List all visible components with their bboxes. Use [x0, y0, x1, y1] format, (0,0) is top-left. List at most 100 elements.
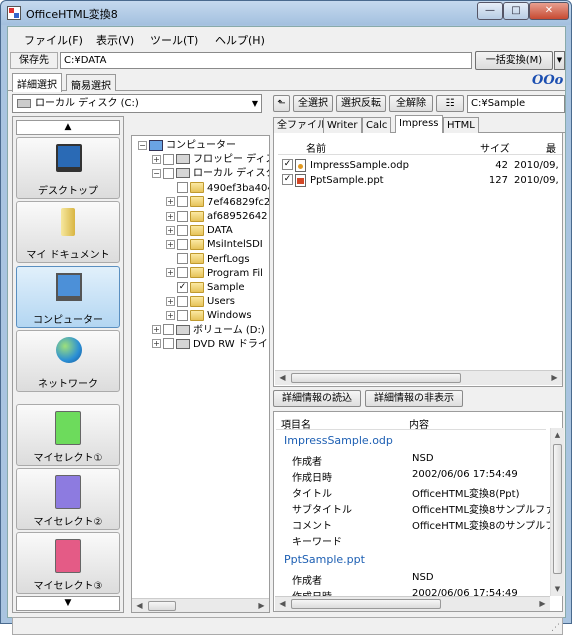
sidebar-item-computer[interactable]: コンピューター — [16, 266, 120, 328]
tree-node[interactable]: PerfLogs — [166, 253, 250, 267]
select-all-button[interactable]: 全選択 — [293, 95, 333, 112]
batch-convert-button[interactable]: 一括変換(M) — [475, 51, 553, 70]
scroll-thumb[interactable] — [291, 373, 461, 383]
column-date[interactable]: 最 — [546, 140, 556, 155]
up-folder-button[interactable]: ⬑ — [273, 95, 290, 112]
scroll-down-icon[interactable]: ▼ — [551, 582, 564, 596]
tree-checkbox[interactable] — [163, 338, 174, 350]
title-bar[interactable]: OfficeHTML変換8 — □ ✕ — [1, 1, 571, 25]
expand-icon[interactable]: + — [166, 211, 175, 221]
tree-checkbox[interactable] — [177, 309, 188, 321]
detail-vertical-scrollbar[interactable]: ▲ ▼ — [550, 428, 564, 596]
expand-icon[interactable]: + — [166, 310, 175, 320]
tab-simple-select[interactable]: 簡易選択 — [66, 74, 116, 92]
tab-writer[interactable]: Writer — [323, 117, 362, 133]
tree-checkbox[interactable] — [177, 295, 188, 307]
tree-checkbox[interactable] — [163, 153, 174, 165]
tree-node[interactable]: + Windows — [166, 309, 252, 323]
scroll-thumb[interactable] — [291, 599, 441, 609]
column-size[interactable]: サイズ — [480, 140, 510, 155]
tree-checkbox[interactable] — [177, 182, 188, 194]
sidebar-item-myselect-2[interactable]: マイセレクト② — [16, 468, 120, 530]
expand-icon[interactable]: + — [166, 225, 175, 235]
tree-checkbox[interactable] — [177, 253, 188, 265]
menu-view[interactable]: 表示(V) — [96, 32, 134, 48]
scroll-right-icon[interactable]: ▶ — [535, 597, 550, 611]
batch-convert-dropdown[interactable]: ▼ — [554, 51, 565, 70]
column-name[interactable]: 名前 — [306, 140, 326, 155]
menu-help[interactable]: ヘルプ(H) — [215, 32, 265, 48]
tree-checkbox[interactable] — [177, 210, 188, 222]
menu-tools[interactable]: ツール(T) — [150, 32, 198, 48]
tab-detail-select[interactable]: 詳細選択 — [12, 73, 62, 92]
sidebar-item-desktop[interactable]: デスクトップ — [16, 137, 120, 199]
scroll-up-icon[interactable]: ▲ — [551, 428, 564, 442]
tree-checkbox[interactable] — [177, 224, 188, 236]
tree-node[interactable]: ✓ Sample — [166, 281, 245, 295]
current-folder-input[interactable]: C:¥Sample — [467, 95, 565, 113]
tree-node[interactable]: + af68952642 — [166, 210, 268, 224]
close-button[interactable]: ✕ — [529, 2, 569, 20]
drive-select[interactable]: ローカル ディスク (C:) ▼ — [12, 94, 262, 113]
tree-node[interactable]: +7ef46829fc2 — [166, 196, 269, 210]
load-details-button[interactable]: 詳細情報の読込 — [273, 390, 361, 407]
tree-horizontal-scrollbar[interactable]: ◀ ▶ — [132, 598, 269, 612]
file-checkbox[interactable]: ✓ — [282, 159, 293, 170]
collapse-icon[interactable]: − — [152, 168, 161, 178]
tree-node[interactable]: + DATA — [166, 224, 233, 238]
scroll-left-icon[interactable]: ◀ — [275, 597, 290, 611]
sidebar-item-network[interactable]: ネットワーク — [16, 330, 120, 392]
sidebar-scroll-down-button[interactable]: ▼ — [16, 596, 120, 611]
tree-node[interactable]: 490ef3ba404 — [166, 182, 269, 196]
scroll-thumb[interactable] — [553, 444, 562, 574]
tab-calc[interactable]: Calc — [362, 117, 392, 133]
clear-selection-button[interactable]: 全解除 — [389, 95, 433, 112]
tree-checkbox[interactable] — [177, 238, 188, 250]
tab-html[interactable]: HTML — [443, 117, 479, 133]
minimize-button[interactable]: — — [477, 2, 503, 20]
collapse-icon[interactable]: − — [138, 140, 147, 150]
detail-horizontal-scrollbar[interactable]: ◀ ▶ — [275, 596, 550, 611]
sidebar-item-myselect-3[interactable]: マイセレクト③ — [16, 532, 120, 594]
expand-icon[interactable]: + — [152, 154, 161, 164]
sidebar-item-myselect-1[interactable]: マイセレクト① — [16, 404, 120, 466]
tree-checkbox[interactable] — [163, 167, 174, 179]
tree-node[interactable]: + Program Fil — [166, 267, 263, 281]
expand-icon[interactable]: + — [166, 268, 175, 278]
tab-impress[interactable]: Impress — [395, 115, 443, 134]
tree-checkbox[interactable]: ✓ — [177, 281, 188, 293]
scroll-right-icon[interactable]: ▶ — [547, 371, 562, 385]
scroll-thumb[interactable] — [148, 601, 176, 611]
file-list-horizontal-scrollbar[interactable]: ◀ ▶ — [275, 370, 562, 385]
app-icon[interactable] — [7, 6, 21, 20]
tree-node[interactable]: − コンピューター — [138, 139, 236, 153]
hide-details-button[interactable]: 詳細情報の非表示 — [365, 390, 463, 407]
view-mode-button[interactable]: ☷ — [436, 95, 464, 112]
expand-icon[interactable]: + — [166, 239, 175, 249]
expand-icon[interactable]: + — [166, 296, 175, 306]
scroll-right-icon[interactable]: ▶ — [254, 599, 269, 612]
file-row[interactable]: ✓ PptSample.ppt 127 2010/09, — [282, 174, 562, 188]
sidebar-scroll-up-button[interactable]: ▲ — [16, 120, 120, 135]
tree-node[interactable]: − ローカル ディスク — [152, 167, 269, 181]
column-content[interactable]: 内容 — [409, 416, 429, 431]
invert-selection-button[interactable]: 選択反転 — [336, 95, 386, 112]
column-item-name[interactable]: 項目名 — [281, 416, 311, 431]
tree-checkbox[interactable] — [163, 324, 174, 336]
file-checkbox[interactable]: ✓ — [282, 174, 293, 185]
scroll-left-icon[interactable]: ◀ — [132, 599, 147, 612]
save-path-input[interactable]: C:¥DATA — [60, 52, 472, 69]
file-row[interactable]: ✓ ImpressSample.odp 42 2010/09, — [282, 159, 562, 173]
chevron-down-icon[interactable]: ▼ — [252, 95, 258, 112]
tree-checkbox[interactable] — [177, 267, 188, 279]
expand-icon[interactable]: + — [152, 325, 161, 335]
tree-node[interactable]: + ボリューム (D:) — [152, 324, 265, 338]
expand-icon[interactable]: + — [166, 197, 175, 207]
tree-node[interactable]: + フロッピー ディスク — [152, 153, 269, 167]
menu-file[interactable]: ファイル(F) — [24, 32, 83, 48]
scroll-left-icon[interactable]: ◀ — [275, 371, 290, 385]
tree-checkbox[interactable] — [177, 196, 188, 208]
tree-node[interactable]: + MsiIntelSDI — [166, 238, 263, 252]
expand-icon[interactable]: + — [152, 339, 161, 349]
tree-node[interactable]: + DVD RW ドライブ — [152, 338, 269, 352]
